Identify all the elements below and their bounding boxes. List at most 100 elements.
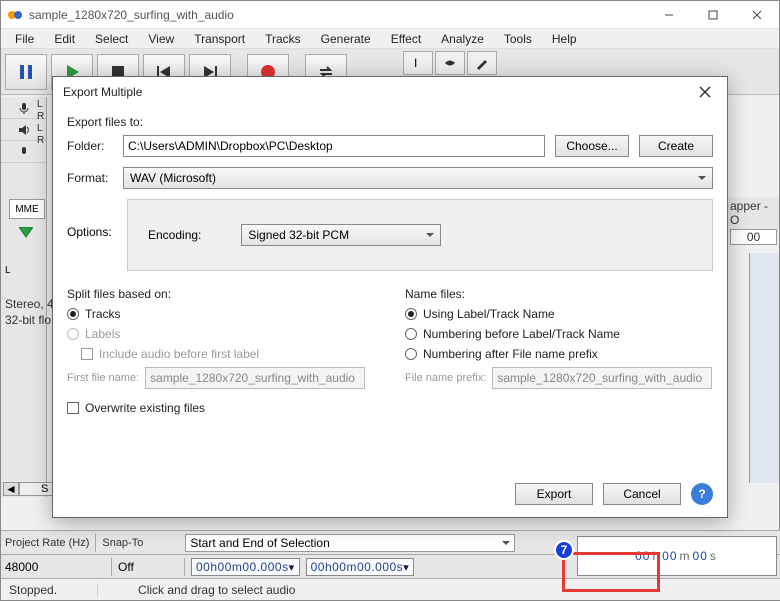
radio-icon [405, 348, 417, 360]
selection-mode-value: Start and End of Selection [190, 536, 329, 550]
name-opt3-label: Numbering after File name prefix [423, 347, 598, 361]
export-to-label: Export files to: [67, 115, 713, 129]
first-file-label: First file name: [67, 372, 139, 384]
encoding-select[interactable]: Signed 32-bit PCM [241, 224, 441, 246]
dialog-title: Export Multiple [63, 85, 142, 99]
titlebar: sample_1280x720_surfing_with_audio [1, 1, 779, 29]
split-label: Split files based on: [67, 287, 375, 301]
selection-mode-select[interactable]: Start and End of Selection [185, 534, 515, 552]
checkbox-icon [67, 402, 79, 414]
minimize-button[interactable] [647, 1, 691, 29]
audio-position-display[interactable]: 00h00m00s [577, 536, 777, 576]
include-audio-label: Include audio before first label [99, 347, 259, 361]
name-files-group: Name files: Using Label/Track Name Numbe… [405, 287, 713, 389]
split-files-group: Split files based on: Tracks Labels Incl… [67, 287, 375, 389]
status-bar: Stopped. Click and drag to select audio [1, 578, 780, 600]
create-button[interactable]: Create [639, 135, 713, 157]
name-opt2-radio[interactable]: Numbering before Label/Track Name [405, 327, 713, 341]
radio-icon [67, 308, 79, 320]
svg-text:I: I [414, 56, 417, 70]
format-label: Format: [67, 171, 113, 185]
ch-r-2: R [37, 135, 44, 146]
window-title: sample_1280x720_surfing_with_audio [29, 8, 647, 22]
envelope-tool-icon[interactable] [435, 51, 465, 75]
dialog-close-button[interactable] [693, 80, 717, 104]
snap-to-select[interactable]: Off [118, 560, 178, 574]
split-tracks-label: Tracks [85, 307, 121, 321]
edit-tools: I [401, 51, 497, 75]
menu-effect[interactable]: Effect [381, 30, 431, 48]
overwrite-check[interactable]: Overwrite existing files [67, 401, 713, 415]
output-device-fragment: apper - O 00 [727, 197, 779, 233]
checkbox-icon [81, 348, 93, 360]
include-audio-check: Include audio before first label [81, 347, 375, 361]
selection-tool-icon[interactable]: I [403, 51, 433, 75]
first-file-input [145, 367, 365, 389]
pause-button[interactable] [5, 54, 47, 90]
menu-select[interactable]: Select [85, 30, 138, 48]
options-group: Encoding: Signed 32-bit PCM [127, 199, 713, 271]
menu-tracks[interactable]: Tracks [255, 30, 311, 48]
menu-transport[interactable]: Transport [184, 30, 255, 48]
radio-icon [67, 328, 79, 340]
menu-help[interactable]: Help [542, 30, 587, 48]
close-button[interactable] [735, 1, 779, 29]
cancel-button[interactable]: Cancel [603, 483, 681, 505]
name-opt1-label: Using Label/Track Name [423, 307, 555, 321]
name-opt2-label: Numbering before Label/Track Name [423, 327, 620, 341]
maximize-button[interactable] [691, 1, 735, 29]
radio-icon [405, 328, 417, 340]
app-icon [7, 7, 23, 23]
dialog-body: Export files to: Folder: Choose... Creat… [53, 107, 727, 423]
dialog-titlebar: Export Multiple [53, 77, 727, 107]
play-cursor-icon [19, 227, 33, 242]
folder-input[interactable] [123, 135, 545, 157]
help-button[interactable]: ? [691, 483, 713, 505]
host-select[interactable]: MME [9, 199, 45, 219]
draw-tool-icon[interactable] [467, 51, 497, 75]
menu-file[interactable]: File [5, 30, 44, 48]
split-tracks-radio[interactable]: Tracks [67, 307, 375, 321]
selection-end-time[interactable]: 00h00m00.000s▾ [306, 558, 415, 576]
format-value: WAV (Microsoft) [130, 171, 216, 185]
track-info: Stereo, 4 32-bit flo [5, 297, 54, 328]
waveform-label-l: L [5, 265, 11, 276]
name-files-label: Name files: [405, 287, 713, 301]
selection-start-time[interactable]: 00h00m00.000s▾ [191, 558, 300, 576]
name-opt1-radio[interactable]: Using Label/Track Name [405, 307, 713, 321]
overwrite-label: Overwrite existing files [85, 401, 205, 415]
menu-view[interactable]: View [138, 30, 184, 48]
encoding-value: Signed 32-bit PCM [248, 228, 349, 242]
snap-to-label: Snap-To [102, 537, 143, 549]
waveform-edge [749, 253, 779, 483]
prefix-label: File name prefix: [405, 372, 486, 384]
menu-edit[interactable]: Edit [44, 30, 85, 48]
menu-generate[interactable]: Generate [311, 30, 381, 48]
menu-analyze[interactable]: Analyze [431, 30, 494, 48]
encoding-label: Encoding: [148, 228, 201, 242]
snap-to-value: Off [118, 560, 134, 574]
split-labels-radio: Labels [67, 327, 375, 341]
ch-r-1: R [37, 111, 44, 122]
prefix-input [492, 367, 712, 389]
mapper-text: apper - O [730, 199, 777, 227]
project-rate-label: Project Rate (Hz) [5, 537, 89, 549]
menubar: File Edit Select View Transport Tracks G… [1, 29, 779, 49]
project-rate-select[interactable]: 48000 [5, 560, 105, 574]
project-rate-value: 48000 [5, 560, 38, 574]
ch-l-1: L [37, 99, 43, 110]
export-button[interactable]: Export [515, 483, 593, 505]
menu-tools[interactable]: Tools [494, 30, 542, 48]
scroll-left-icon[interactable]: ◄ [3, 482, 19, 496]
status-state: Stopped. [9, 583, 98, 597]
name-opt3-radio[interactable]: Numbering after File name prefix [405, 347, 713, 361]
ch-l-2: L [37, 123, 43, 134]
status-hint: Click and drag to select audio [138, 583, 295, 597]
options-label: Options: [67, 199, 113, 239]
format-select[interactable]: WAV (Microsoft) [123, 167, 713, 189]
choose-button[interactable]: Choose... [555, 135, 629, 157]
scroll-s: S [41, 483, 48, 495]
split-labels-label: Labels [85, 327, 120, 341]
track-info-line1: Stereo, 4 [5, 297, 54, 313]
export-multiple-dialog: Export Multiple Export files to: Folder:… [52, 76, 728, 518]
